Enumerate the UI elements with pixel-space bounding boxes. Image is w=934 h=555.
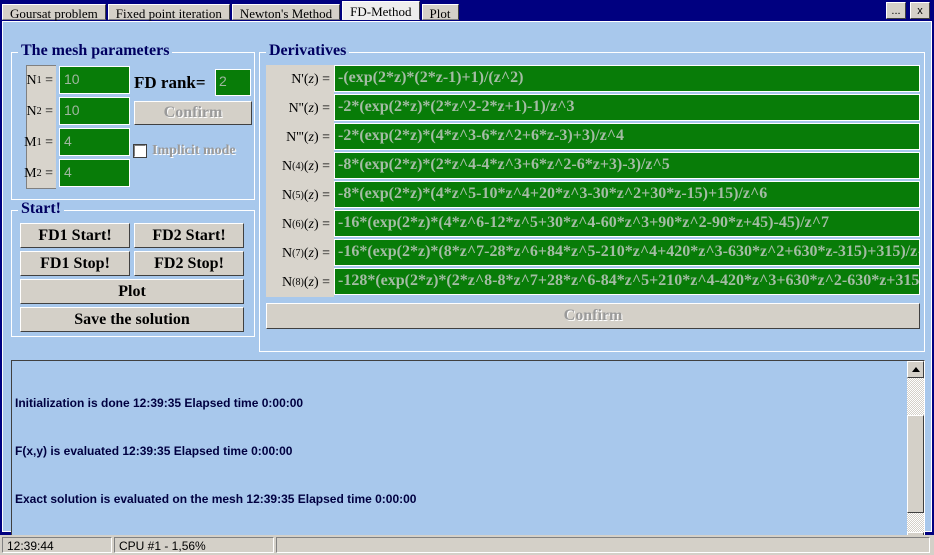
status-extra — [276, 537, 930, 553]
derivative-input-7[interactable]: -16*(exp(2*z)*(8*z^7-28*z^6+84*z^5-210*z… — [334, 239, 920, 266]
close-button[interactable]: x — [910, 2, 930, 19]
mesh-label-m1: M1 = — [24, 134, 53, 150]
status-time: 12:39:44 — [2, 537, 112, 553]
derivative-label-8: N (8)(z) = — [266, 268, 334, 297]
fd2-stop-button[interactable]: FD2 Stop! — [134, 251, 244, 276]
tab-goursat-problem[interactable]: Goursat problem — [2, 4, 106, 21]
derivative-label-6: N (6)(z) = — [266, 210, 334, 239]
log-scrollbar[interactable] — [907, 361, 924, 549]
fd-rank-input[interactable]: 2 — [215, 69, 251, 96]
log-text: Initialization is done 12:39:35 Elapsed … — [15, 363, 895, 547]
status-cpu-usage: CPU #1 - 1,56% — [114, 537, 274, 553]
tab-fd-method[interactable]: FD-Method — [342, 1, 420, 20]
derivative-input-3[interactable]: -2*(exp(2*z)*(4*z^3-6*z^2+6*z-3)+3)/z^4 — [334, 123, 920, 150]
start-group-title: Start! — [18, 200, 64, 218]
mesh-label-n2: N2 = — [26, 103, 53, 119]
derivative-label-2: N''(z) = — [266, 94, 334, 123]
derivative-input-2[interactable]: -2*(exp(2*z)*(2*z^2-2*z+1)-1)/z^3 — [334, 94, 920, 121]
main-tab-strip: Goursat problem Fixed point iteration Ne… — [2, 1, 461, 21]
derivatives-group: Derivatives N'(z) = N''(z) = N'''(z) = N… — [259, 42, 925, 352]
fd2-start-button[interactable]: FD2 Start! — [134, 223, 244, 248]
derivatives-title: Derivatives — [266, 42, 350, 60]
mesh-input-m1[interactable]: 4 — [59, 128, 130, 156]
derivative-input-8[interactable]: -128*(exp(2*z)*(2*z^8-8*z^7+28*z^6-84*z^… — [334, 268, 920, 295]
derivative-input-1[interactable]: -(exp(2*z)*(2*z-1)+1)/(z^2) — [334, 65, 920, 92]
mesh-label-n1: N1 = — [26, 72, 53, 88]
derivative-label-7: N (7)(z) = — [266, 239, 334, 268]
fd1-stop-button[interactable]: FD1 Stop! — [20, 251, 130, 276]
derivative-input-5[interactable]: -8*(exp(2*z)*(4*z^5-10*z^4+20*z^3-30*z^2… — [334, 181, 920, 208]
mesh-input-n1[interactable]: 10 — [59, 66, 130, 94]
log-line: Initialization is done 12:39:35 Elapsed … — [15, 396, 304, 410]
scrollbar-thumb[interactable] — [907, 415, 924, 513]
derivative-input-4[interactable]: -8*(exp(2*z)*(2*z^4-4*z^3+6*z^2-6*z+3)-3… — [334, 152, 920, 179]
log-output-panel[interactable]: Initialization is done 12:39:35 Elapsed … — [11, 360, 925, 550]
derivative-label-4: N (4)(z) = — [266, 152, 334, 181]
tab-fixed-point-iteration[interactable]: Fixed point iteration — [107, 4, 230, 21]
mesh-input-m2[interactable]: 4 — [59, 159, 130, 187]
status-bar: 12:39:44 CPU #1 - 1,56% — [0, 535, 934, 555]
mesh-label-m2: M2 = — [24, 165, 53, 181]
plot-button[interactable]: Plot — [20, 279, 244, 304]
mesh-parameters-title: The mesh parameters — [18, 42, 173, 60]
tab-plot[interactable]: Plot — [421, 4, 459, 21]
chevron-up-icon — [911, 367, 920, 372]
derivatives-confirm-button[interactable]: Confirm — [266, 303, 920, 329]
implicit-mode-row[interactable]: Implicit mode — [133, 143, 236, 159]
log-line: Exact solution is evaluated on the mesh … — [15, 492, 417, 506]
log-line: F(x,y) is evaluated 12:39:35 Elapsed tim… — [15, 444, 293, 458]
mesh-confirm-button[interactable]: Confirm — [134, 101, 252, 125]
start-group: Start! FD1 Start! FD2 Start! FD1 Stop! F… — [11, 200, 255, 337]
derivative-label-5: N (5)(z) = — [266, 181, 334, 210]
derivative-label-1: N'(z) = — [266, 65, 334, 94]
tab-newtons-method[interactable]: Newton's Method — [231, 4, 341, 21]
implicit-mode-checkbox[interactable] — [133, 144, 147, 158]
scroll-up-button[interactable] — [907, 361, 924, 378]
application-window: Goursat problem Fixed point iteration Ne… — [0, 0, 934, 555]
minimize-button[interactable]: ... — [886, 2, 906, 19]
derivative-input-6[interactable]: -16*(exp(2*z)*(4*z^6-12*z^5+30*z^4-60*z^… — [334, 210, 920, 237]
mesh-parameters-group: The mesh parameters N1 = N2 = M1 = M2 = … — [11, 42, 255, 200]
title-bar: Goursat problem Fixed point iteration Ne… — [0, 0, 934, 21]
mesh-input-n2[interactable]: 10 — [59, 97, 130, 125]
save-solution-button[interactable]: Save the solution — [20, 307, 244, 332]
derivative-label-3: N'''(z) = — [266, 123, 334, 152]
client-area: The mesh parameters N1 = N2 = M1 = M2 = … — [2, 21, 932, 550]
window-controls: ... x — [886, 2, 930, 19]
implicit-mode-label: Implicit mode — [152, 143, 236, 158]
fd1-start-button[interactable]: FD1 Start! — [20, 223, 130, 248]
fd-rank-label: FD rank= — [134, 73, 206, 92]
